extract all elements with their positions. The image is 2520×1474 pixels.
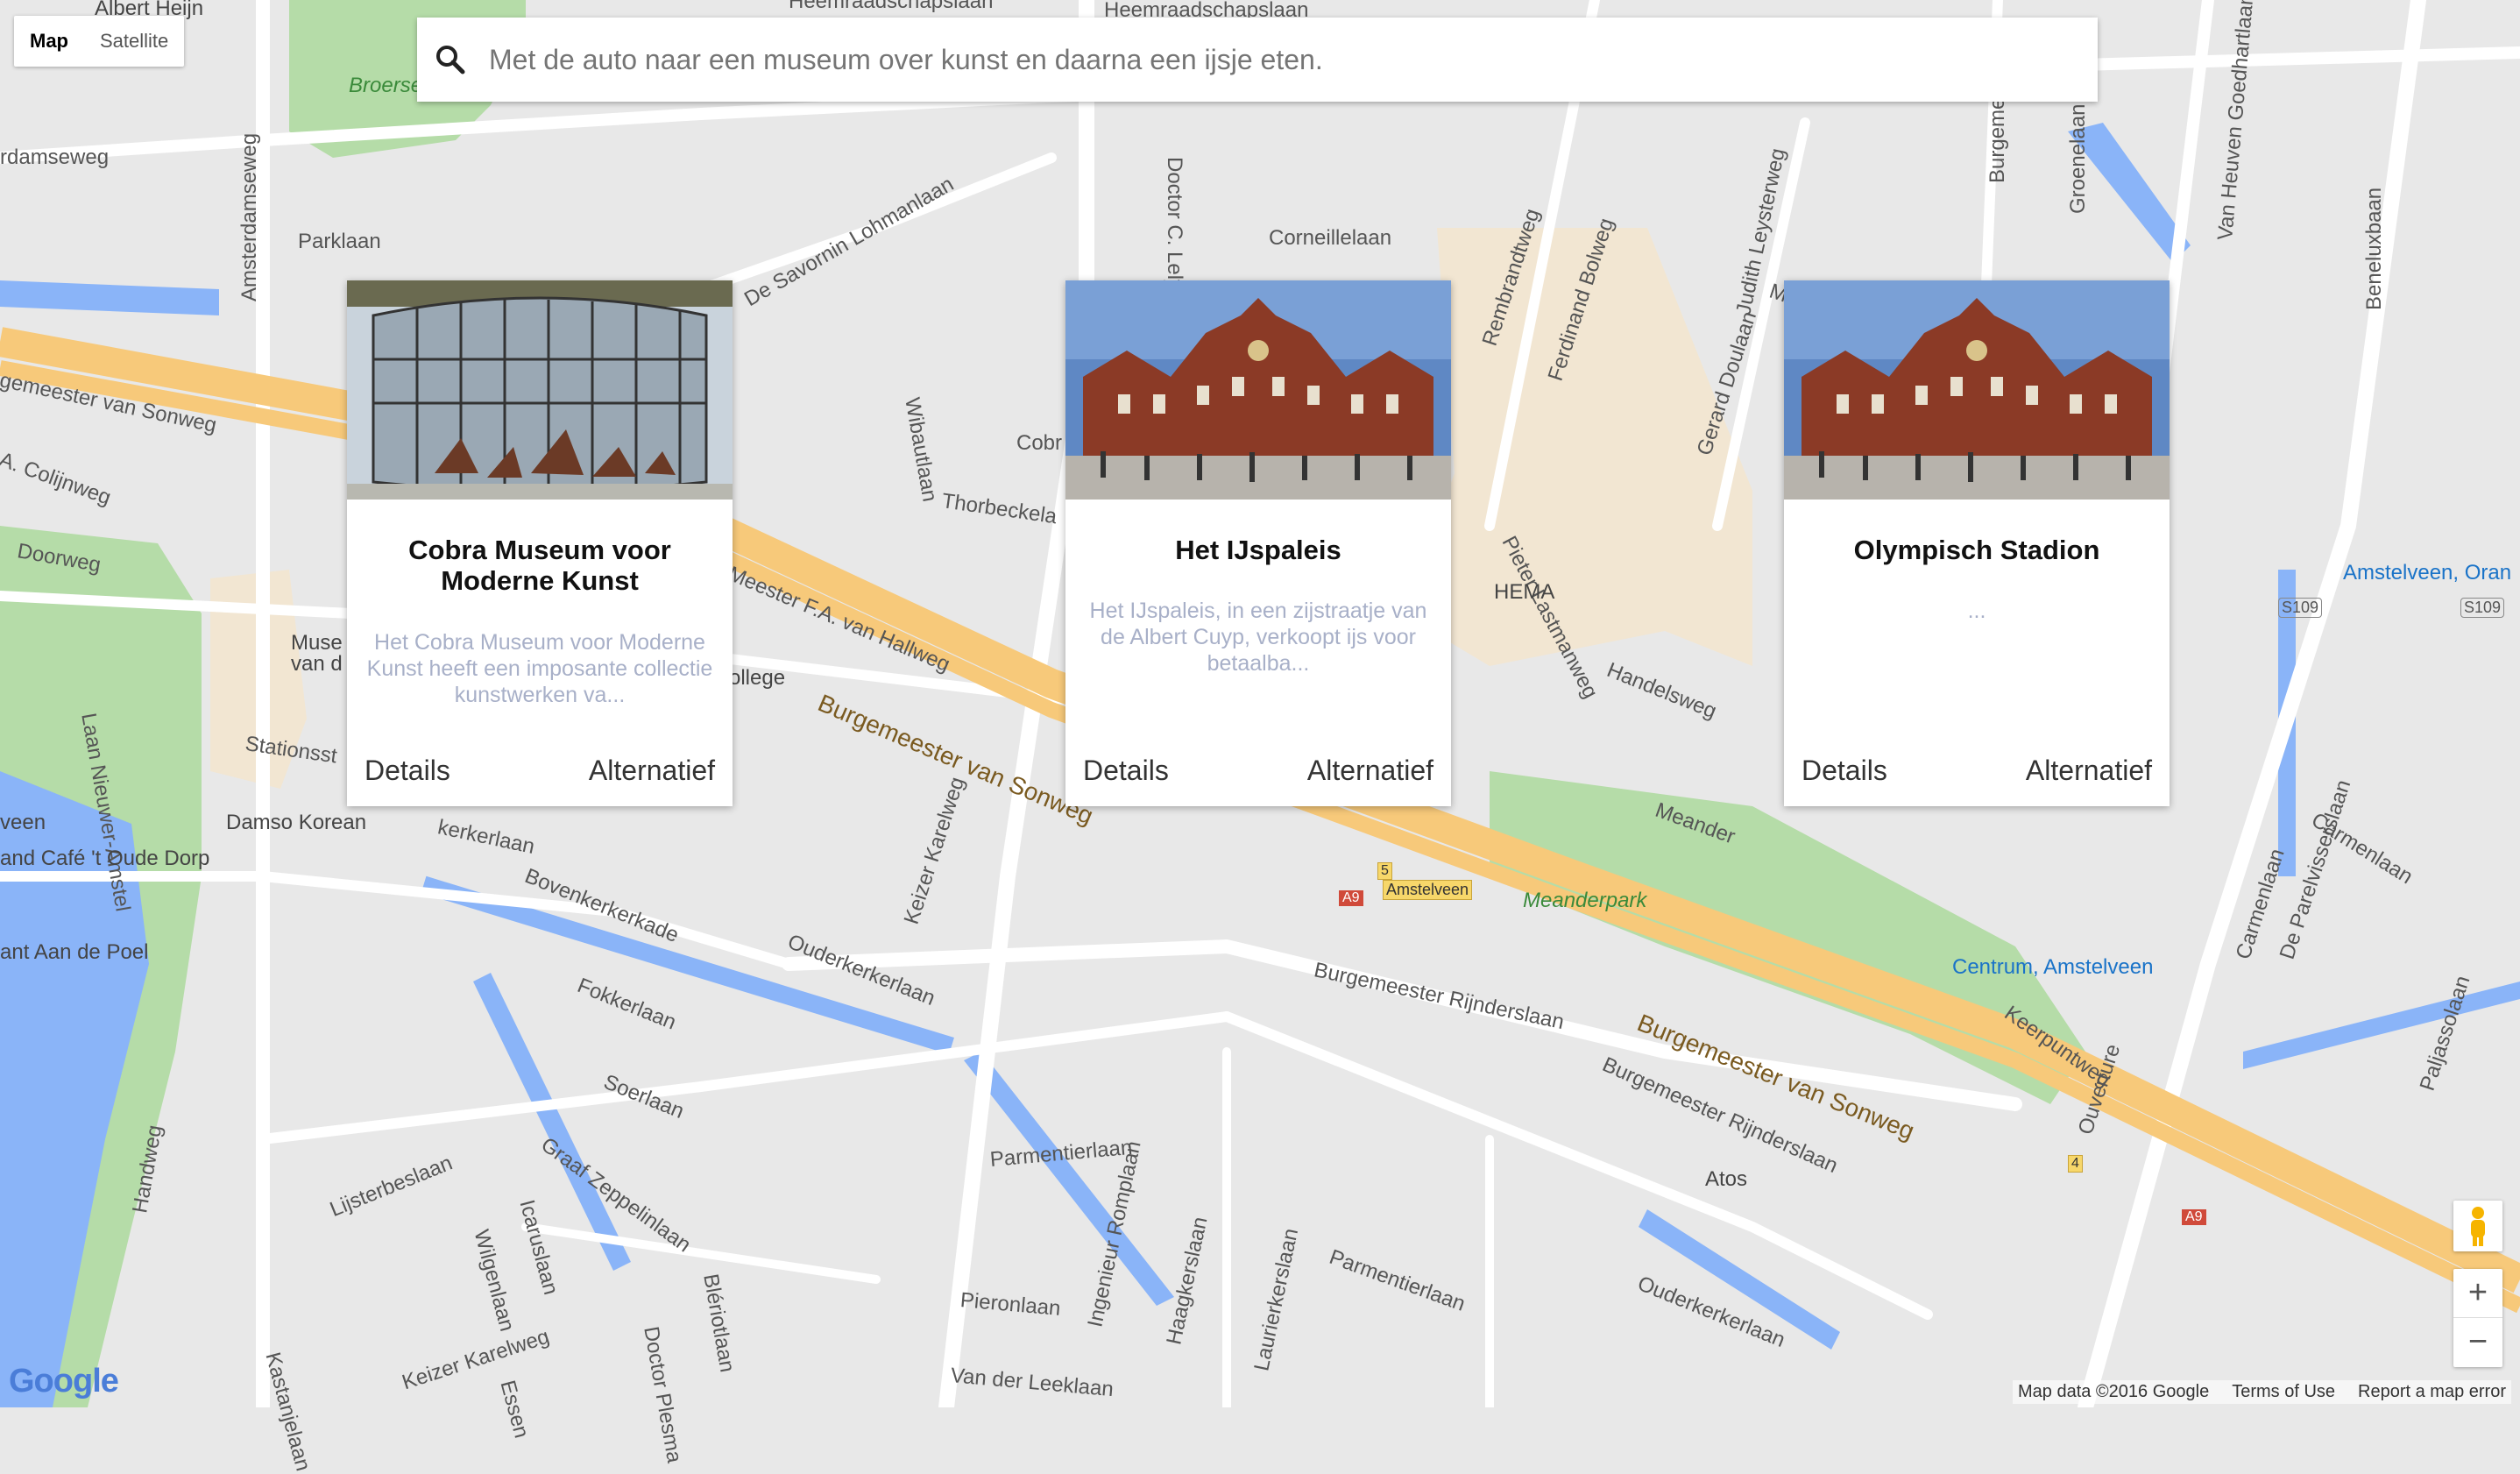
map-label: Amstelveen xyxy=(1383,880,1473,900)
details-button[interactable]: Details xyxy=(365,755,450,787)
map-label: A9 xyxy=(2182,1209,2206,1225)
card-image xyxy=(1065,280,1451,500)
search-input[interactable] xyxy=(487,42,2098,77)
map-label: S109 xyxy=(2278,598,2323,618)
map-label: Broerse xyxy=(349,74,423,97)
card-title: Het IJspaleis xyxy=(1175,535,1341,565)
map-label: Amstelveen, Oran xyxy=(2343,561,2512,585)
card-title: Olympisch Stadion xyxy=(1853,535,2100,565)
card-description: ... xyxy=(1967,599,1986,623)
map-label: ollege xyxy=(729,666,786,690)
report-error-link[interactable]: Report a map error xyxy=(2358,1382,2506,1402)
map-label: Corneillelaan xyxy=(1269,226,1392,250)
alternative-button[interactable]: Alternatief xyxy=(589,755,715,787)
card-image xyxy=(347,280,733,500)
details-button[interactable]: Details xyxy=(1083,755,1169,787)
map-label: Cobr xyxy=(1016,431,1063,455)
search-bar xyxy=(417,18,2098,102)
map-type-satellite-button[interactable]: Satellite xyxy=(84,16,184,67)
details-button[interactable]: Details xyxy=(1802,755,1887,787)
map-label: Centrum, Amstelveen xyxy=(1952,955,2154,979)
map-label: and Café 't Oude Dorp xyxy=(0,847,210,870)
map-label: Damso Korean xyxy=(226,811,367,834)
pegman-icon xyxy=(2471,1207,2485,1246)
map-data-attribution: Map data ©2016 Google xyxy=(2017,1382,2210,1401)
pegman-button[interactable] xyxy=(2453,1201,2502,1251)
map-label: van d xyxy=(291,652,343,676)
map-label: Amsterdamseweg xyxy=(237,132,261,301)
google-logo: Google xyxy=(9,1363,119,1400)
map-label: Parklaan xyxy=(298,230,381,253)
zoom-in-button[interactable]: + xyxy=(2453,1269,2502,1318)
alternative-button[interactable]: Alternatief xyxy=(1307,755,1433,787)
map-type-toggle: Map Satellite xyxy=(14,16,185,67)
card-title: Cobra Museum voor Moderne Kunst xyxy=(408,535,671,596)
zoom-controls: + − xyxy=(2453,1269,2502,1367)
terms-link[interactable]: Terms of Use xyxy=(2232,1382,2335,1402)
map-type-map-button[interactable]: Map xyxy=(14,16,84,67)
map-label: 5 xyxy=(1377,862,1392,880)
search-icon[interactable] xyxy=(433,42,468,77)
card-description: Het Cobra Museum voor Moderne Kunst heef… xyxy=(366,630,713,707)
map-label: rdamseweg xyxy=(0,145,110,169)
zoom-out-button[interactable]: − xyxy=(2453,1318,2502,1366)
map-label: 4 xyxy=(2068,1155,2083,1173)
map-label: Heemraadschapslaan xyxy=(789,0,994,13)
map-label: HEMA xyxy=(1494,580,1555,604)
location-card[interactable]: Cobra Museum voor Moderne Kunst Het Cobr… xyxy=(347,280,733,806)
map-label: Doctor C. Lely xyxy=(1163,157,1186,291)
map-label: Meanderpark xyxy=(1523,889,1647,912)
card-image xyxy=(1784,280,2170,500)
map-footer: Map data ©2016 Google Terms of Use Repor… xyxy=(2012,1380,2511,1404)
card-description: Het IJspaleis, in een zijstraatje van de… xyxy=(1089,599,1427,676)
map-label: ant Aan de Poel xyxy=(0,940,149,964)
map-label: Atos xyxy=(1705,1167,1748,1191)
location-card[interactable]: Het IJspaleis Het IJspaleis, in een zijs… xyxy=(1065,280,1451,806)
map-label: veen xyxy=(0,811,46,834)
alternative-button[interactable]: Alternatief xyxy=(2026,755,2152,787)
map-label: Beneluxbaan xyxy=(2362,187,2386,310)
map-label: S109 xyxy=(2460,598,2505,618)
location-card[interactable]: Olympisch Stadion ... Details Alternatie… xyxy=(1784,280,2170,806)
map-label: A9 xyxy=(1339,890,1363,906)
map-label: Groenelaan xyxy=(2066,103,2090,214)
